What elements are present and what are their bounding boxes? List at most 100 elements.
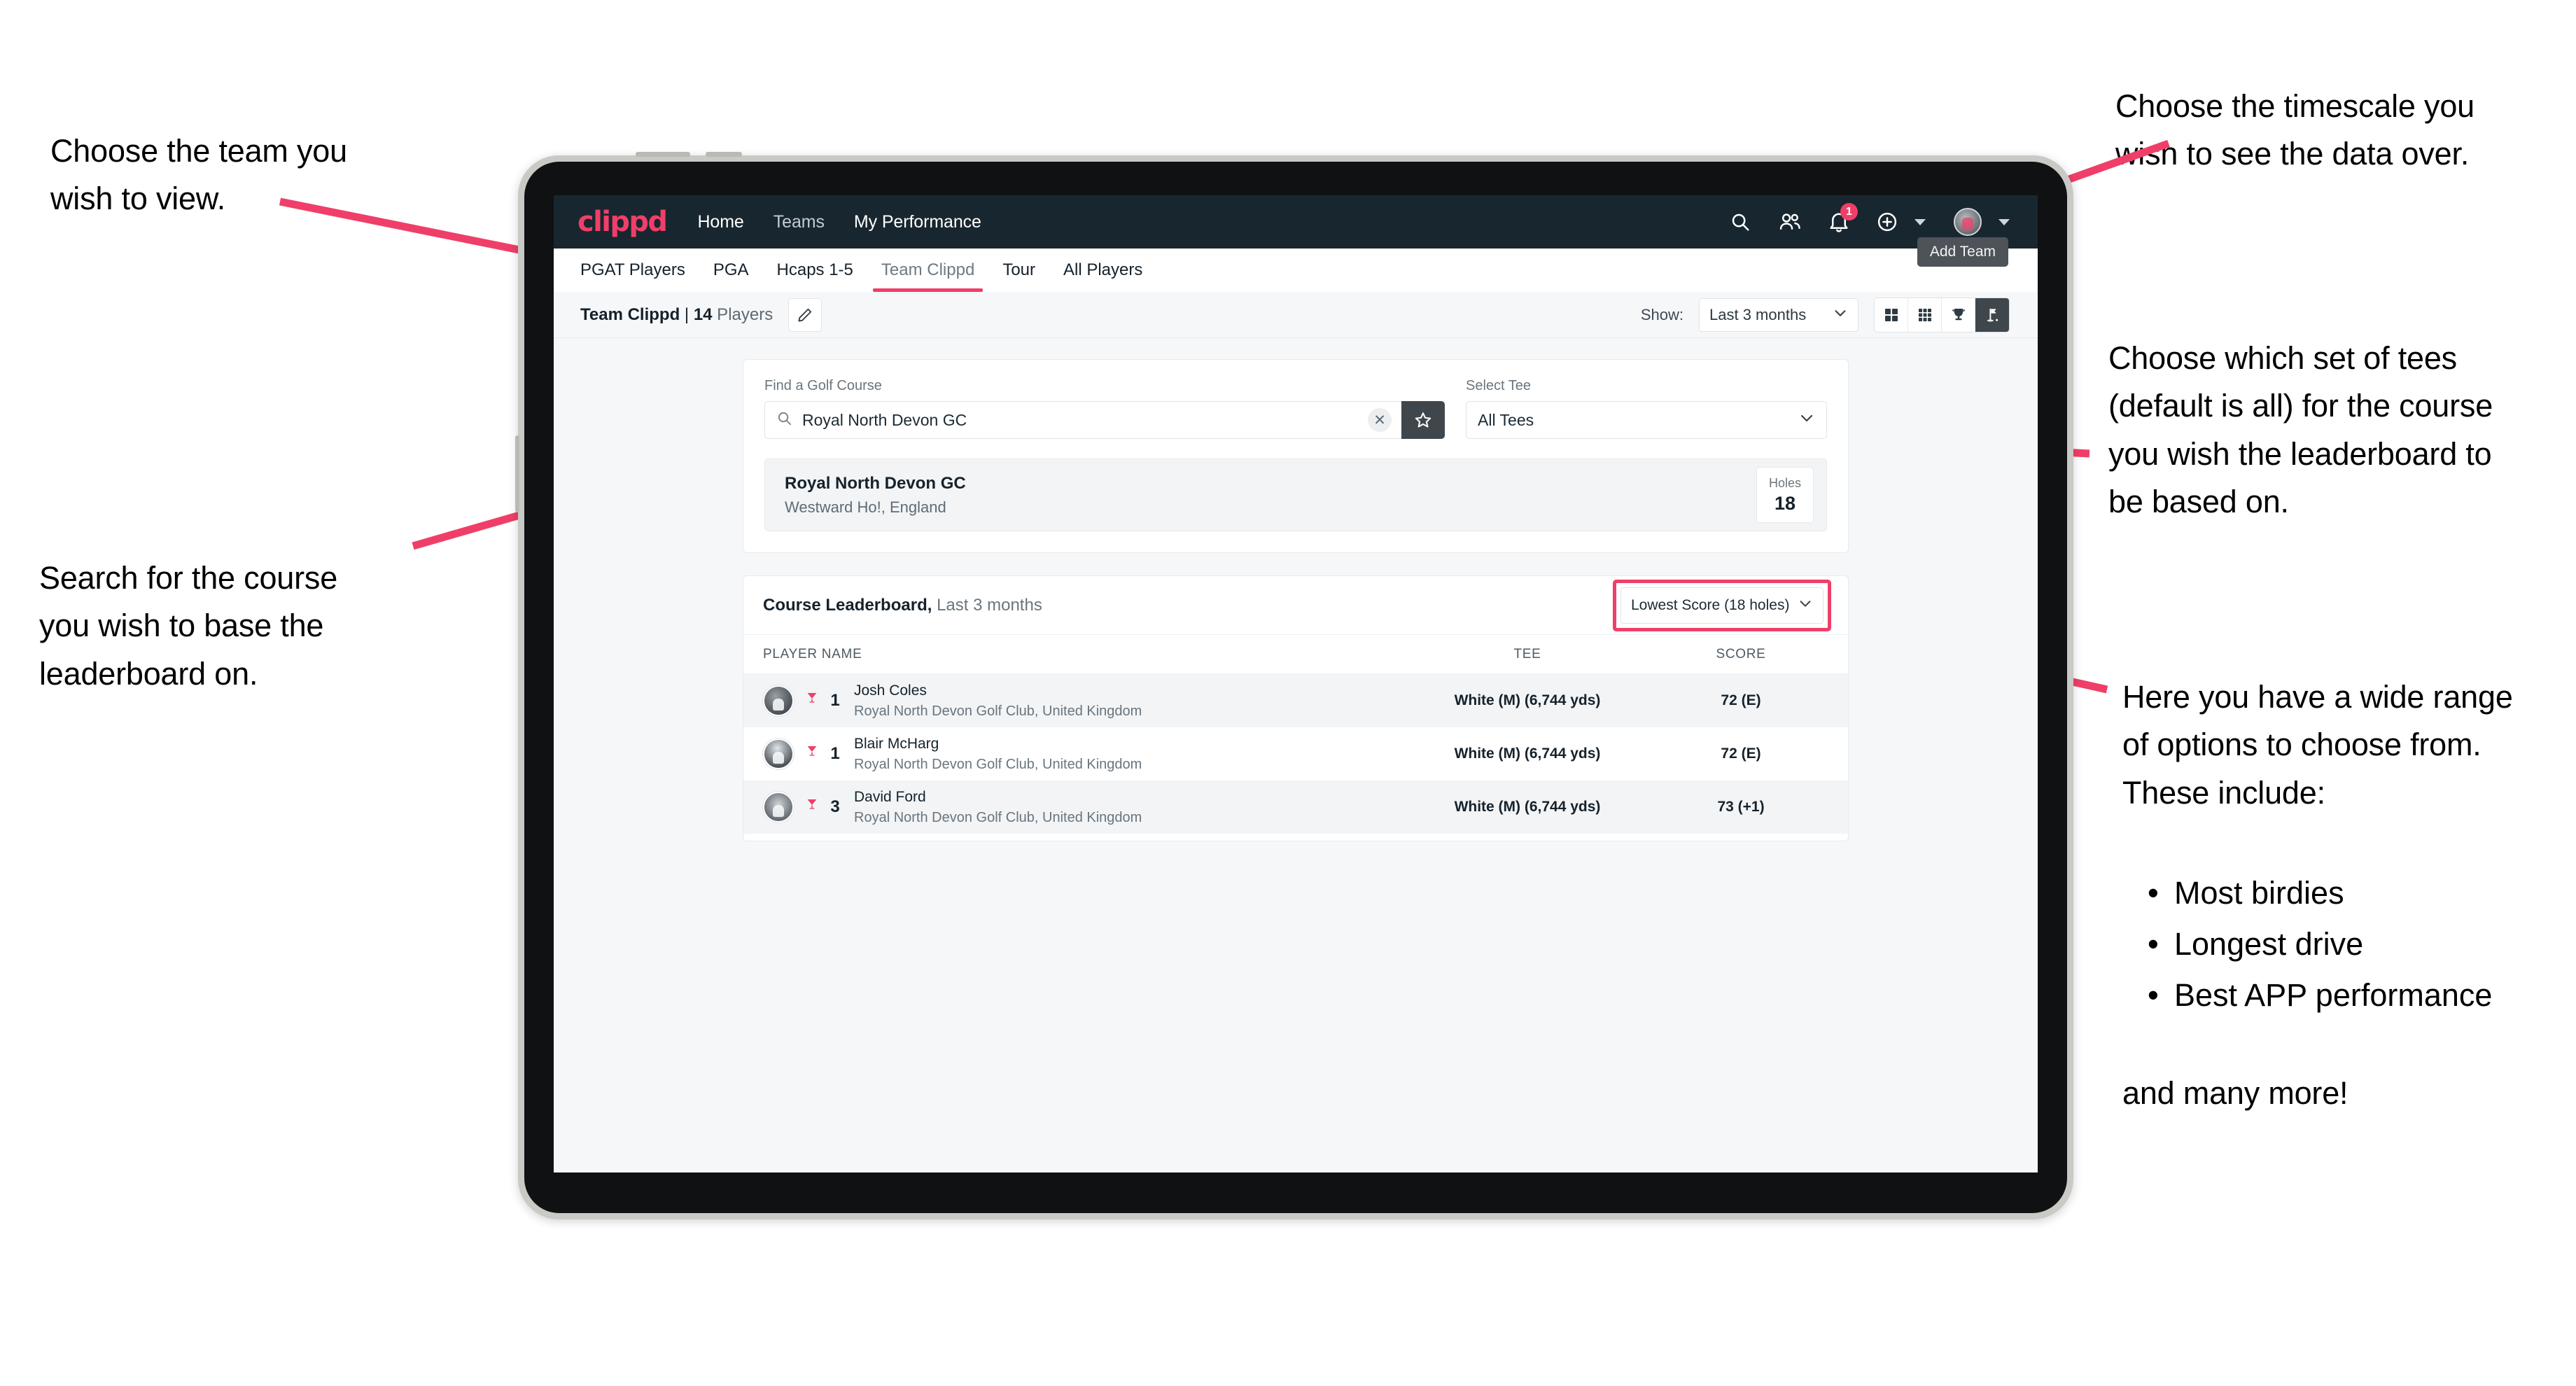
team-tabs: PGAT Players PGA Hcaps 1-5 Team Clippd T…	[554, 237, 2038, 292]
tablet-top-button	[706, 152, 742, 157]
team-summary: Team Clippd | 14 Players	[580, 305, 773, 325]
player-tee: White (M) (6,744 yds)	[1454, 692, 1601, 708]
player-name: Blair McHarg	[854, 735, 939, 752]
player-score: 72 (E)	[1721, 692, 1761, 708]
star-icon[interactable]	[1401, 401, 1445, 439]
grid-small-icon[interactable]	[1908, 298, 1942, 332]
table-row[interactable]: 3 David Ford Royal North Devon Golf Club…	[743, 780, 1848, 834]
search-input-value: Royal North Devon GC	[802, 410, 967, 429]
tab-pgat-players[interactable]: PGAT Players	[580, 248, 699, 292]
holes-value: 18	[1774, 492, 1796, 514]
chevron-down-icon	[1798, 410, 1815, 430]
grid-large-icon[interactable]	[1875, 298, 1908, 332]
bullet-icon: •	[2148, 925, 2159, 962]
nav-link-my-performance[interactable]: My Performance	[854, 212, 981, 232]
edit-team-button[interactable]	[788, 298, 822, 332]
search-icon[interactable]	[1730, 211, 1751, 232]
add-team-tooltip: Add Team	[1917, 237, 2008, 267]
player-rank: 1	[830, 691, 840, 710]
course-search-card: Find a Golf Course Royal North Devon GC …	[743, 359, 1849, 553]
table-row[interactable]: 1 Blair McHarg Royal North Devon Golf Cl…	[743, 727, 1848, 780]
course-field-label: Find a Golf Course	[764, 378, 882, 393]
tab-pga[interactable]: PGA	[699, 248, 763, 292]
nav-link-teams[interactable]: Teams	[774, 212, 825, 232]
main-content: Find a Golf Course Royal North Devon GC …	[554, 338, 2038, 841]
player-cell: 1 Josh Coles Royal North Devon Golf Club…	[763, 682, 1401, 720]
column-header-score: SCORE	[1716, 646, 1766, 662]
timescale-select[interactable]: Last 3 months	[1699, 298, 1858, 332]
notification-badge: 1	[1840, 203, 1858, 220]
chevron-down-icon	[1833, 305, 1848, 325]
tab-all-players[interactable]: All Players	[1049, 248, 1156, 292]
course-name: Royal North Devon GC	[785, 473, 966, 493]
search-input[interactable]: Royal North Devon GC ✕	[764, 401, 1401, 439]
annotation-search-course: Search for the course you wish to base t…	[39, 560, 338, 692]
player-name: David Ford	[854, 788, 926, 805]
tablet-side-button	[515, 435, 519, 512]
holes-label: Holes	[1768, 475, 1802, 490]
plus-circle-icon[interactable]	[1877, 211, 1926, 232]
team-players-word: Players	[712, 304, 774, 324]
search-fields: Find a Golf Course Royal North Devon GC …	[764, 378, 1827, 439]
list-item: • Most birdies	[2122, 868, 2570, 919]
leaderboard-header: Course Leaderboard, Last 3 months Lowest…	[743, 576, 1848, 635]
avatar	[763, 738, 794, 769]
course-result-text: Royal North Devon GC Westward Ho!, Engla…	[785, 474, 966, 517]
avatar	[763, 685, 794, 716]
team-toolbar: Team Clippd | 14 Players Show: Last 3 mo…	[554, 292, 2038, 338]
list-item-label: Most birdies	[2174, 875, 2344, 911]
player-club: Royal North Devon Golf Club, United King…	[854, 703, 1142, 719]
player-info: Josh Coles Royal North Devon Golf Club, …	[854, 682, 1142, 720]
list-item-label: Best APP performance	[2174, 976, 2493, 1013]
player-score: 73 (+1)	[1717, 799, 1765, 815]
course-field-group: Find a Golf Course Royal North Devon GC …	[764, 378, 1445, 439]
bullet-icon: •	[2148, 875, 2159, 911]
player-cell: 3 David Ford Royal North Devon Golf Club…	[763, 789, 1401, 826]
course-leaderboard-card: Course Leaderboard, Last 3 months Lowest…	[743, 575, 1849, 841]
leaderboard-title: Course Leaderboard, Last 3 months	[763, 596, 1042, 615]
people-icon[interactable]	[1779, 211, 1801, 232]
annotation-options-intro: Here you have a wide range of options to…	[2122, 679, 2513, 811]
player-club: Royal North Devon Golf Club, United King…	[854, 809, 1142, 825]
tee-select[interactable]: All Tees	[1466, 401, 1827, 439]
team-player-count: 14	[693, 304, 713, 324]
chevron-down-icon[interactable]	[1998, 218, 2010, 225]
table-row[interactable]: 1 Josh Coles Royal North Devon Golf Club…	[743, 674, 1848, 727]
leaderboard-metric-highlight: Lowest Score (18 holes)	[1613, 579, 1831, 631]
nav-link-home[interactable]: Home	[697, 212, 743, 232]
avatar[interactable]	[1954, 208, 1982, 236]
tab-team-clippd[interactable]: Team Clippd	[867, 248, 988, 292]
course-result-row[interactable]: Royal North Devon GC Westward Ho!, Engla…	[764, 458, 1827, 531]
annotation-options-list: • Most birdies • Longest drive • Best AP…	[2122, 868, 2570, 1021]
trophy-icon[interactable]	[1942, 298, 1975, 332]
bell-icon[interactable]: 1	[1829, 203, 1858, 232]
header-actions: 1	[1730, 203, 2010, 236]
leaderboard-metric-select[interactable]: Lowest Score (18 holes)	[1620, 587, 1823, 624]
toolbar-right: Show: Last 3 months	[1640, 297, 2010, 332]
tee-field-label: Select Tee	[1466, 378, 1532, 393]
annotation-options-outro: and many more!	[2122, 1075, 2348, 1111]
avatar-menu[interactable]	[1954, 208, 2010, 236]
player-tee: White (M) (6,744 yds)	[1454, 799, 1601, 815]
course-location: Westward Ho!, England	[785, 498, 946, 516]
player-score: 72 (E)	[1721, 746, 1761, 762]
tee-select-value: All Tees	[1478, 410, 1534, 429]
course-search-row: Royal North Devon GC ✕	[764, 401, 1445, 439]
show-label: Show:	[1640, 305, 1684, 323]
tablet-device-frame: clippd Home Teams My Performance 1 PGAT …	[515, 152, 2073, 1219]
player-club: Royal North Devon Golf Club, United King…	[854, 756, 1142, 772]
player-name: Josh Coles	[854, 682, 927, 699]
player-rank: 1	[830, 744, 840, 763]
chevron-down-icon	[1798, 596, 1813, 615]
chevron-down-icon[interactable]	[1914, 218, 1926, 225]
view-mode-buttons	[1874, 297, 2010, 332]
tab-tour[interactable]: Tour	[988, 248, 1049, 292]
player-tee: White (M) (6,744 yds)	[1454, 746, 1601, 762]
golf-flag-icon[interactable]	[1975, 298, 2009, 332]
close-icon[interactable]: ✕	[1368, 408, 1392, 432]
avatar	[763, 792, 794, 822]
clippd-logo[interactable]: clippd	[578, 206, 668, 238]
player-cell: 1 Blair McHarg Royal North Devon Golf Cl…	[763, 736, 1401, 773]
player-info: Blair McHarg Royal North Devon Golf Club…	[854, 736, 1142, 773]
tab-hcaps-1-5[interactable]: Hcaps 1-5	[763, 248, 867, 292]
